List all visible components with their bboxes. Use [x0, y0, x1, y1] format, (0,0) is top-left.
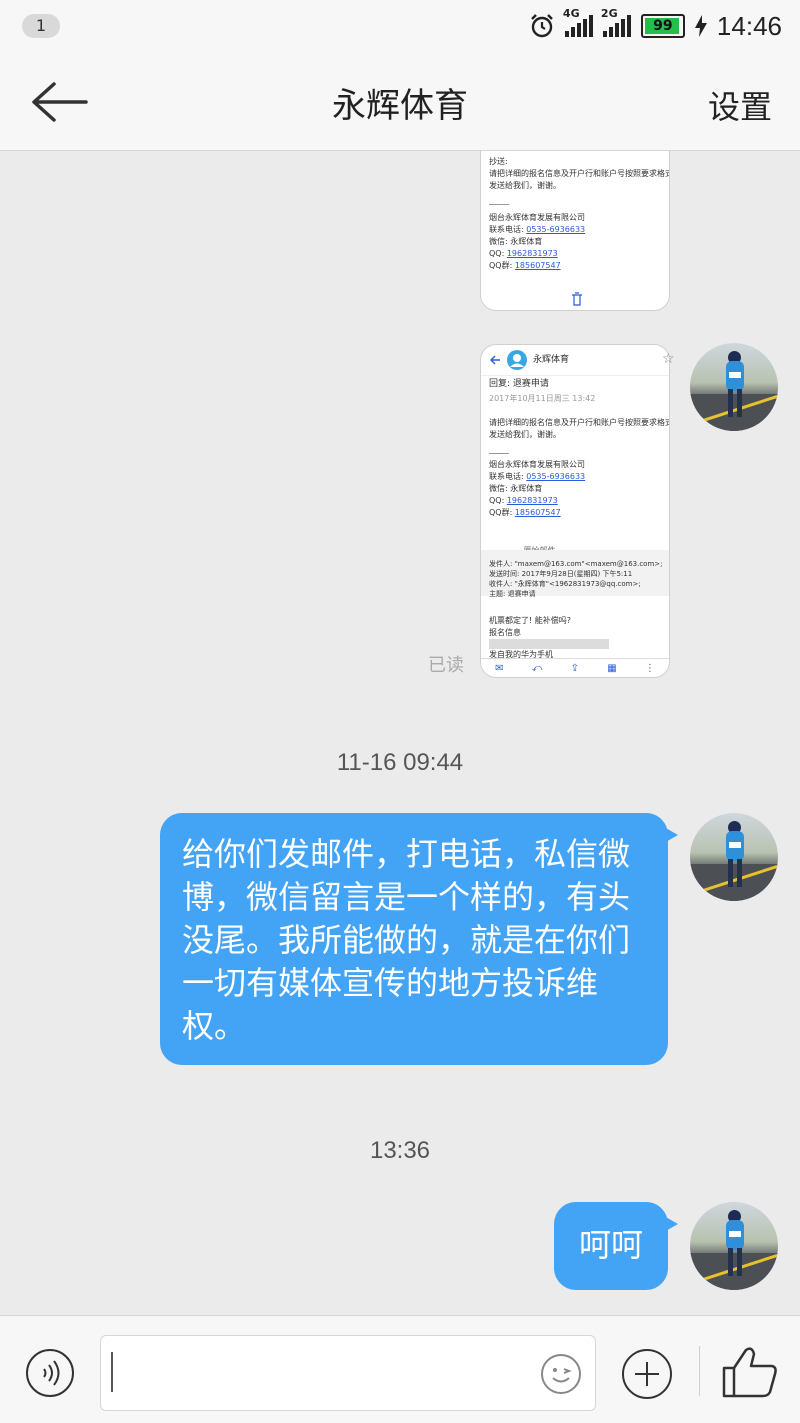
more-icon: ⋮ — [644, 662, 655, 674]
message-text: 给你们发邮件，打电话，私信微博，微信留言是一个样的，有头没尾。我所能做的，就是在… — [182, 835, 631, 1045]
signal-4g-icon: 4G — [563, 7, 593, 37]
email-toolbar: ✉ ⤺ ⇪ ▦ ⋮ — [481, 658, 669, 677]
voice-input-icon[interactable] — [26, 1349, 74, 1397]
trash-icon: ▦ — [607, 662, 617, 674]
reply-icon: ⤺ — [531, 662, 543, 674]
divider — [699, 1346, 700, 1396]
clock: 14:46 — [716, 10, 782, 41]
battery-icon: 99 — [640, 14, 685, 38]
status-bar: 1 4G 2G 99 14:46 — [0, 0, 800, 52]
signal-2g-icon: 2G — [601, 7, 631, 37]
avatar[interactable] — [690, 343, 778, 431]
message-bubble[interactable]: 呵呵 — [554, 1202, 678, 1290]
read-status: 已读 — [428, 655, 464, 676]
add-attachment-icon[interactable] — [622, 1349, 672, 1399]
notification-badge: 1 — [22, 14, 60, 38]
thumbs-up-icon[interactable] — [720, 1344, 780, 1400]
trash-icon — [572, 292, 582, 306]
back-icon — [490, 355, 500, 365]
mail-icon: ✉ — [495, 662, 504, 674]
message-input[interactable] — [100, 1335, 596, 1411]
settings-button[interactable]: 设置 — [708, 82, 772, 128]
alarm-icon — [531, 14, 553, 38]
timestamp: 11-16 09:44 — [336, 749, 464, 776]
chat-area[interactable]: 抄送: 请把详细的报名信息及开户行和账户号按照要求格式 发送给我们，谢谢。 烟台… — [0, 151, 800, 1315]
avatar[interactable] — [690, 1202, 778, 1290]
message-bubble[interactable]: 给你们发邮件，打电话，私信微博，微信留言是一个样的，有头没尾。我所能做的，就是在… — [160, 813, 678, 1065]
contact-avatar-icon — [507, 350, 527, 370]
title-bar: 永辉体育 设置 — [0, 52, 800, 151]
email-header: 永辉体育 — [481, 345, 669, 376]
page-title: 永辉体育 — [332, 86, 468, 126]
timestamp: 13:36 — [369, 1137, 431, 1164]
image-message-email-1[interactable]: 抄送: 请把详细的报名信息及开户行和账户号按照要求格式 发送给我们，谢谢。 烟台… — [480, 151, 670, 311]
message-text: 呵呵 — [578, 1226, 643, 1264]
emoji-icon[interactable] — [541, 1354, 581, 1394]
image-message-email-2[interactable]: 永辉体育 回复: 退赛申请 2017年10月11日周三 13:42 请把详细的报… — [480, 344, 670, 678]
avatar[interactable] — [690, 813, 778, 901]
share-icon: ⇪ — [570, 662, 579, 674]
charging-icon — [694, 15, 707, 37]
star-icon: ☆ — [662, 351, 675, 367]
status-icons: 4G 2G 99 14:46 — [529, 7, 782, 42]
input-bar — [0, 1315, 800, 1423]
